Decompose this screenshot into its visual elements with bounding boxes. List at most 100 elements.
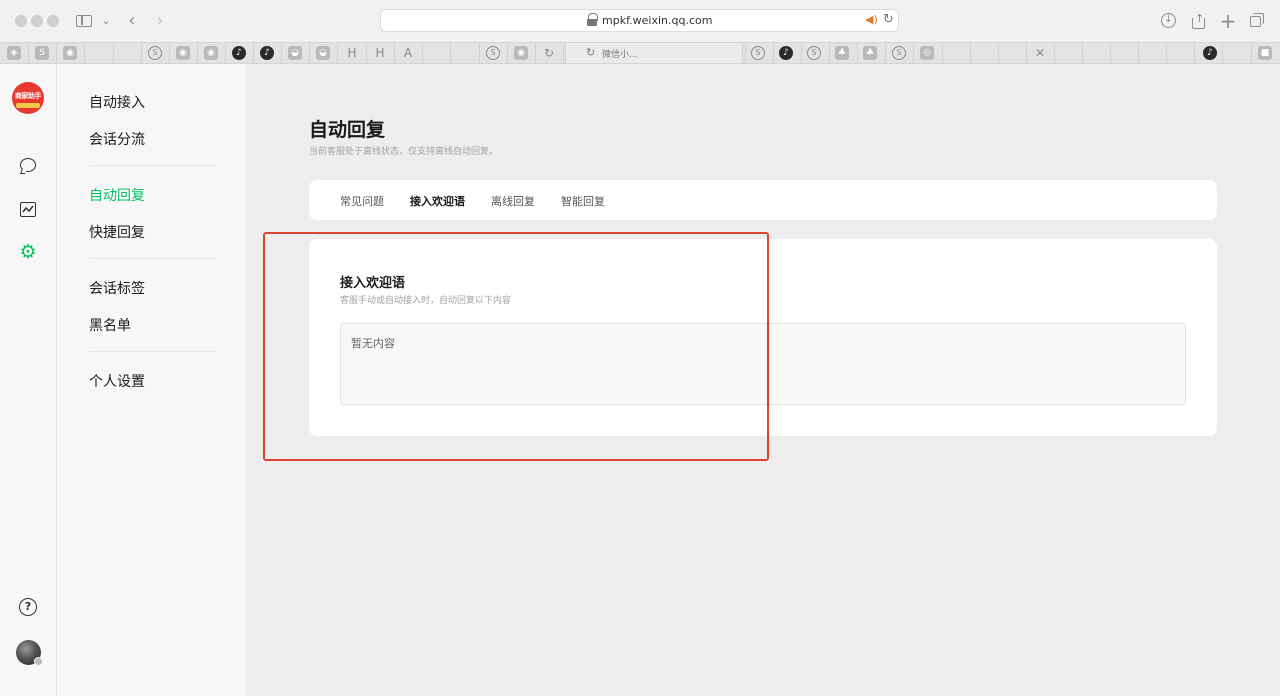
favorite-h-icon[interactable]: H: [345, 46, 359, 60]
zoom-window-button[interactable]: [47, 15, 59, 27]
chevron-down-icon[interactable]: ⌄: [96, 11, 116, 31]
favorites-separator: [535, 43, 536, 63]
favorite-tiktok-icon[interactable]: ♪: [260, 46, 274, 60]
favorite-tiktok-icon[interactable]: ♪: [1203, 46, 1217, 60]
new-tab-icon[interactable]: +: [1218, 11, 1238, 31]
favorites-separator: [773, 43, 774, 63]
address-bar[interactable]: mpkf.weixin.qq.com ◀) ↻: [380, 9, 899, 32]
favorites-separator: [1194, 43, 1195, 63]
subnav-item-session-routing[interactable]: 会话分流: [89, 129, 145, 149]
subnav-item-blacklist[interactable]: 黑名单: [89, 315, 131, 335]
subnav-item-session-tags[interactable]: 会话标签: [89, 278, 145, 298]
favorites-separator: [857, 43, 858, 63]
favorite-s-icon[interactable]: S: [35, 46, 49, 60]
lock-icon: [586, 13, 598, 27]
favorites-separator: [141, 43, 142, 63]
favorites-separator: [913, 43, 914, 63]
favorites-separator: [507, 43, 508, 63]
favorite-folder-icon[interactable]: ■: [1258, 46, 1272, 60]
tab-overview-icon[interactable]: [1247, 11, 1267, 31]
browser-titlebar: ⌄ ‹ › mpkf.weixin.qq.com ◀) ↻ ↓ ↑ +: [0, 0, 1280, 42]
status-dot: [34, 657, 43, 666]
favorite-s-circle-icon[interactable]: S: [807, 46, 821, 60]
favorites-separator: [28, 43, 29, 63]
favorites-separator: [56, 43, 57, 63]
speaker-icon[interactable]: ◀): [865, 13, 878, 26]
forward-icon[interactable]: ›: [150, 11, 170, 31]
favorite-chat-icon[interactable]: ◒: [316, 46, 330, 60]
share-icon[interactable]: ↑: [1189, 11, 1209, 31]
favorites-separator: [1166, 43, 1167, 63]
favorites-separator: [563, 43, 564, 63]
favorite-s-circle-icon[interactable]: S: [148, 46, 162, 60]
settings-subnav: 自动接入 会话分流 自动回复 快捷回复 会话标签 黑名单 个人设置: [57, 64, 246, 696]
subnav-item-auto-accept[interactable]: 自动接入: [89, 92, 145, 112]
favorite-s-circle-icon[interactable]: S: [486, 46, 500, 60]
favorites-separator: [225, 43, 226, 63]
favorite-x-icon[interactable]: ✕: [1033, 46, 1047, 60]
minimize-window-button[interactable]: [31, 15, 43, 27]
favorite-wechat-icon[interactable]: ◉: [204, 46, 218, 60]
favorites-separator: [309, 43, 310, 63]
favorites-separator: [885, 43, 886, 63]
favorite-tree-icon[interactable]: ♣: [863, 46, 877, 60]
favorite-refresh-icon[interactable]: ↻: [542, 46, 556, 60]
settings-icon[interactable]: ⚙: [18, 242, 38, 264]
favorite-wechat-icon[interactable]: ◉: [176, 46, 190, 60]
subnav-item-auto-reply[interactable]: 自动回复: [89, 185, 145, 205]
divider: [89, 258, 216, 259]
favorites-separator: [801, 43, 802, 63]
favorite-s-circle-icon[interactable]: S: [892, 46, 906, 60]
highlight-annotation: [263, 232, 769, 461]
subnav-item-personal-settings[interactable]: 个人设置: [89, 371, 145, 391]
favorites-separator: [450, 43, 451, 63]
favorite-tiktok-icon[interactable]: ♪: [779, 46, 793, 60]
favorite-stack-icon[interactable]: ◈: [7, 46, 21, 60]
favorites-separator: [197, 43, 198, 63]
favorites-bar: ↻ 微信小... ◈ S ◉ S ◉ ◉ ♪ ♪ ◒ ◒ H H A S ◉ ↻ S ♪ S ♣ ♣ S ◎ ✕ ♪ ■: [0, 42, 1280, 64]
tab-faq[interactable]: 常见问题: [340, 193, 384, 209]
subnav-item-quick-reply[interactable]: 快捷回复: [89, 222, 145, 242]
favorites-separator: [970, 43, 971, 63]
favorite-chat-icon[interactable]: ◒: [288, 46, 302, 60]
favorite-tiktok-icon[interactable]: ♪: [232, 46, 246, 60]
favorites-separator: [337, 43, 338, 63]
favorites-separator: [1054, 43, 1055, 63]
stats-icon[interactable]: [18, 200, 38, 220]
favorites-separator: [1026, 43, 1027, 63]
sidebar-toggle-icon[interactable]: [74, 11, 94, 31]
brand-logo[interactable]: 商家助手: [12, 82, 44, 114]
favorites-separator: [394, 43, 395, 63]
back-icon[interactable]: ‹: [122, 11, 142, 31]
help-icon[interactable]: ?: [18, 597, 38, 617]
url-text[interactable]: mpkf.weixin.qq.com: [602, 14, 712, 27]
favorite-wechat-icon[interactable]: ◉: [63, 46, 77, 60]
favorite-tree-icon[interactable]: ♣: [835, 46, 849, 60]
favorites-separator: [84, 43, 85, 63]
tab-smart-reply[interactable]: 智能回复: [561, 193, 605, 209]
favorite-eye-icon[interactable]: ◎: [920, 46, 934, 60]
favorites-separator: [169, 43, 170, 63]
favorites-separator: [745, 43, 746, 63]
favorites-separator: [1110, 43, 1111, 63]
favorites-separator: [281, 43, 282, 63]
avatar[interactable]: [16, 640, 43, 666]
tab-welcome-message[interactable]: 接入欢迎语: [410, 193, 465, 209]
close-window-button[interactable]: [15, 15, 27, 27]
favorite-s-circle-icon[interactable]: S: [751, 46, 765, 60]
favorite-a-icon[interactable]: A: [401, 46, 415, 60]
reload-icon[interactable]: ↻: [883, 12, 894, 27]
favorites-separator: [942, 43, 943, 63]
favorites-separator: [422, 43, 423, 63]
icon-rail: 商家助手 ⚙ ?: [0, 64, 57, 696]
download-icon[interactable]: ↓: [1159, 11, 1179, 31]
active-tab[interactable]: ↻ 微信小...: [565, 43, 743, 63]
favorites-separator: [113, 43, 114, 63]
favorite-h-icon[interactable]: H: [373, 46, 387, 60]
tab-title: 微信小...: [602, 50, 638, 60]
tab-offline-reply[interactable]: 离线回复: [491, 193, 535, 209]
favorite-wechat-icon[interactable]: ◉: [514, 46, 528, 60]
reply-tabs: 常见问题 接入欢迎语 离线回复 智能回复: [309, 180, 1217, 220]
favorites-separator: [1138, 43, 1139, 63]
chat-icon[interactable]: [18, 156, 38, 176]
